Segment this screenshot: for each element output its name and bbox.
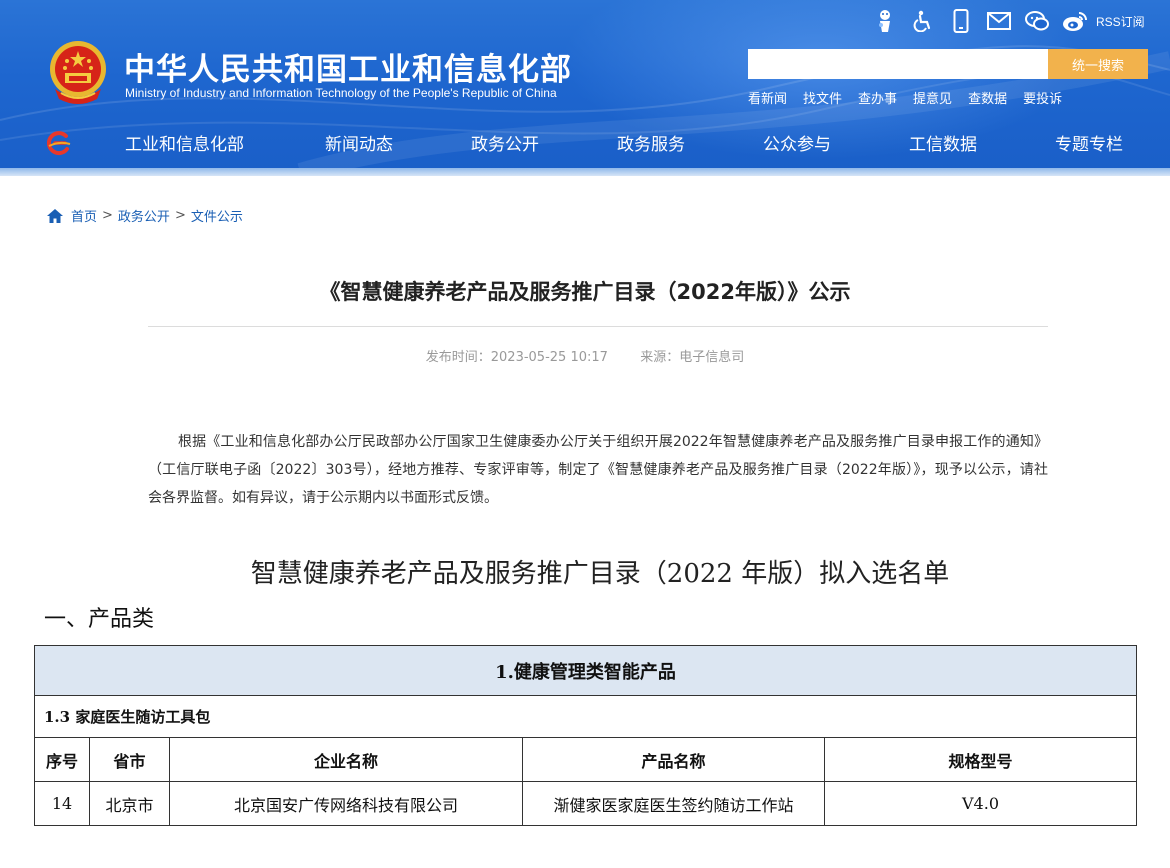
- wechat-icon[interactable]: [1024, 8, 1050, 34]
- list-title: 智慧健康养老产品及服务推广目录（2022 年版）拟入选名单: [250, 559, 950, 589]
- search-input[interactable]: [748, 49, 1048, 79]
- article-body: 根据《工业和信息化部办公厅民政部办公厅国家卫生健康委办公厅关于组织开展2022年…: [148, 434, 1048, 506]
- breadcrumb-separator: >: [174, 208, 186, 223]
- quick-link-suggest[interactable]: 提意见: [913, 88, 952, 107]
- mail-icon[interactable]: [986, 8, 1012, 34]
- table-category-row: 1.健康管理类智能产品: [34, 645, 1137, 696]
- table-subcategory-row: 1.3 家庭医生随访工具包: [34, 695, 1137, 738]
- publish-time: 发布时间：2023-05-25 10:17: [425, 350, 608, 365]
- section-heading: 一、产品类: [44, 607, 155, 632]
- cell-company: 北京国安广传网络科技有限公司: [169, 781, 523, 826]
- accessibility-elder-icon[interactable]: [872, 8, 898, 34]
- quick-link-services[interactable]: 查办事: [858, 88, 897, 107]
- miit-logo-icon[interactable]: [46, 130, 72, 156]
- home-icon[interactable]: [47, 208, 63, 223]
- product-table: 1.健康管理类智能产品 1.3 家庭医生随访工具包 序号 省市 企业名称 产品名…: [34, 645, 1137, 826]
- cell-province: 北京市: [89, 781, 170, 826]
- table-category: 1.健康管理类智能产品: [34, 645, 1137, 696]
- site-header: 中华人民共和国工业和信息化部 Ministry of Industry and …: [0, 0, 1170, 172]
- nav-item-topics[interactable]: 专题专栏: [1055, 130, 1123, 155]
- table-row: 14 北京市 北京国安广传网络科技有限公司 渐健家医家庭医生签约随访工作站 V4…: [34, 781, 1137, 826]
- weibo-icon[interactable]: [1062, 8, 1088, 34]
- article-meta: 发布时间：2023-05-25 10:17 来源：电子信息司: [0, 346, 1170, 365]
- rss-link[interactable]: RSS订阅: [1096, 13, 1145, 30]
- table-header-row: 序号 省市 企业名称 产品名称 规格型号: [34, 737, 1137, 782]
- cell-product: 渐健家医家庭医生签约随访工作站: [522, 781, 825, 826]
- search-box: [748, 49, 1048, 79]
- title-divider: [148, 326, 1048, 327]
- column-header-product: 产品名称: [522, 737, 825, 782]
- main-nav: 工业和信息化部 新闻动态 政务公开 政务服务 公众参与 工信数据 专题专栏: [0, 118, 1170, 166]
- breadcrumb-separator: >: [102, 208, 113, 223]
- column-header-model: 规格型号: [824, 737, 1137, 782]
- site-subtitle: Ministry of Industry and Information Tec…: [125, 86, 557, 100]
- mobile-icon[interactable]: [948, 8, 974, 34]
- top-utility-bar: RSS订阅: [872, 8, 1145, 34]
- quick-link-files[interactable]: 找文件: [803, 88, 842, 107]
- national-emblem-icon: [50, 41, 106, 104]
- column-header-province: 省市: [89, 737, 170, 782]
- nav-item-news[interactable]: 新闻动态: [325, 130, 393, 155]
- breadcrumb-home[interactable]: 首页: [71, 206, 97, 225]
- nav-item-participation[interactable]: 公众参与: [763, 130, 831, 155]
- site-title: 中华人民共和国工业和信息化部: [124, 52, 572, 88]
- table-subcategory: 1.3 家庭医生随访工具包: [34, 695, 1137, 738]
- nav-item-gov-affairs[interactable]: 政务公开: [471, 130, 539, 155]
- quick-link-news[interactable]: 看新闻: [748, 88, 787, 107]
- nav-item-data[interactable]: 工信数据: [909, 130, 977, 155]
- column-header-index: 序号: [34, 737, 90, 782]
- cell-model: V4.0: [824, 781, 1137, 826]
- breadcrumb-file-notice[interactable]: 文件公示: [191, 206, 243, 225]
- column-header-company: 企业名称: [169, 737, 523, 782]
- cell-index: 14: [34, 781, 90, 826]
- search-button[interactable]: 统一搜索: [1048, 49, 1148, 79]
- breadcrumb-gov-affairs[interactable]: 政务公开: [118, 206, 170, 225]
- article-title: 《智慧健康养老产品及服务推广目录（2022年版）》公示: [319, 280, 851, 304]
- nav-item-miit[interactable]: 工业和信息化部: [125, 130, 244, 155]
- breadcrumb: 首页 > 政务公开 > 文件公示: [47, 206, 243, 225]
- article-source: 来源：电子信息司: [640, 350, 745, 365]
- quick-link-complaint[interactable]: 要投诉: [1023, 88, 1062, 107]
- header-bottom-bar: [0, 168, 1170, 176]
- wheelchair-icon[interactable]: [910, 8, 936, 34]
- quick-links: 看新闻 找文件 查办事 提意见 查数据 要投诉: [748, 88, 1078, 107]
- nav-item-gov-services[interactable]: 政务服务: [617, 130, 685, 155]
- quick-link-data[interactable]: 查数据: [968, 88, 1007, 107]
